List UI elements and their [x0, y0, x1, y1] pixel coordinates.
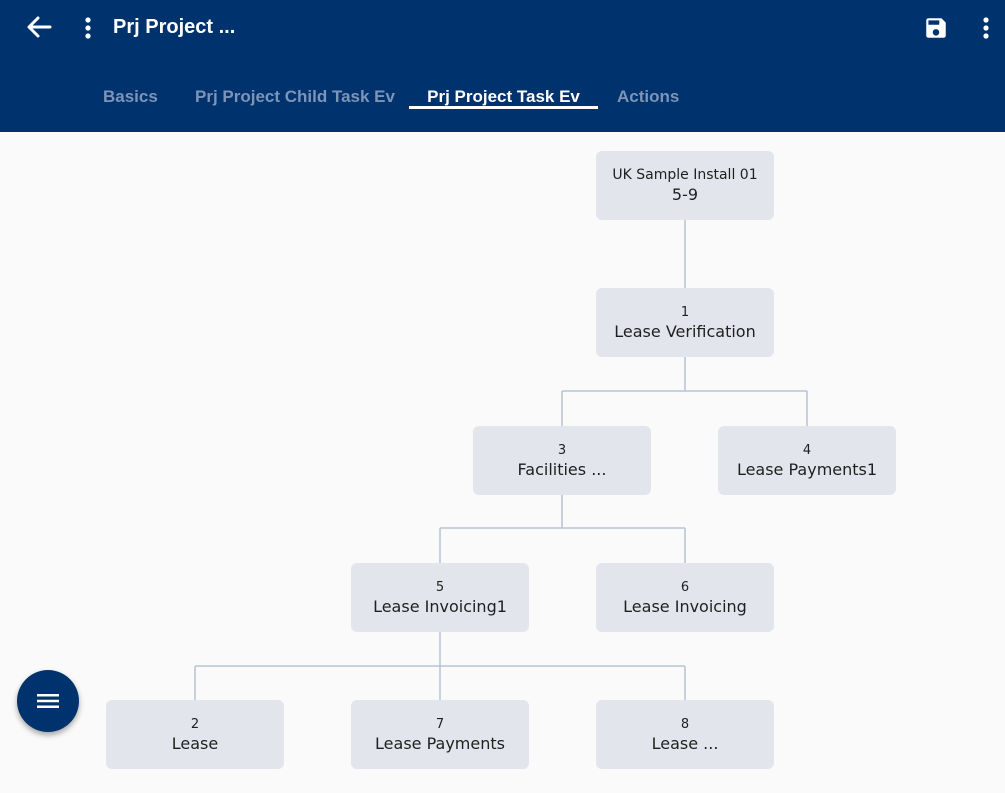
tree-node-1[interactable]: 1 Lease Verification — [596, 288, 774, 357]
tree-node-5[interactable]: 5 Lease Invoicing1 — [351, 563, 529, 632]
menu-icon — [37, 694, 59, 708]
node-number: 1 — [680, 304, 690, 320]
tree-node-6[interactable]: 6 Lease Invoicing — [596, 563, 774, 632]
node-label: 5-9 — [671, 184, 699, 204]
node-number: 7 — [435, 716, 445, 732]
menu-button[interactable] — [76, 12, 100, 44]
node-number: 5 — [435, 579, 445, 595]
save-button[interactable] — [920, 12, 952, 44]
node-label: Lease Invoicing1 — [373, 596, 507, 616]
node-number: UK Sample Install 01 — [612, 166, 758, 183]
tree-node-4[interactable]: 4 Lease Payments1 — [718, 426, 896, 495]
more-vertical-icon — [85, 17, 91, 39]
node-label: Lease Invoicing — [623, 596, 747, 616]
task-tree: UK Sample Install 01 5-9 1 Lease Verific… — [0, 132, 1005, 793]
back-button[interactable] — [22, 12, 56, 42]
node-label: Lease — [171, 733, 219, 753]
save-icon — [926, 18, 946, 38]
arrow-left-icon — [27, 16, 52, 38]
overflow-menu-button[interactable] — [974, 12, 998, 44]
page-title: Prj Project ... — [113, 16, 236, 38]
node-number: 2 — [190, 716, 200, 732]
app-bar: Prj Project ... Basics Prj Project Child… — [0, 0, 1005, 132]
node-label: Facilities ... — [517, 459, 607, 479]
tree-node-8[interactable]: 8 Lease ... — [596, 700, 774, 769]
node-number: 3 — [557, 442, 567, 458]
node-number: 6 — [680, 579, 690, 595]
node-label: Lease ... — [651, 733, 719, 753]
tree-node-7[interactable]: 7 Lease Payments — [351, 700, 529, 769]
tab-prj-project-child-task-ev[interactable]: Prj Project Child Task Ev — [195, 84, 395, 110]
node-number: 4 — [802, 442, 812, 458]
node-label: Lease Payments — [375, 733, 505, 753]
menu-fab-button[interactable] — [17, 670, 79, 732]
node-number: 8 — [680, 716, 690, 732]
node-label: Lease Verification — [614, 321, 756, 341]
tree-node-3[interactable]: 3 Facilities ... — [473, 426, 651, 495]
tree-node-2[interactable]: 2 Lease — [106, 700, 284, 769]
active-tab-indicator — [409, 106, 598, 109]
more-vertical-icon — [983, 17, 989, 39]
node-label: Lease Payments1 — [736, 459, 878, 479]
tab-basics[interactable]: Basics — [103, 84, 158, 110]
tab-actions[interactable]: Actions — [617, 84, 679, 110]
tree-node-root[interactable]: UK Sample Install 01 5-9 — [596, 151, 774, 220]
